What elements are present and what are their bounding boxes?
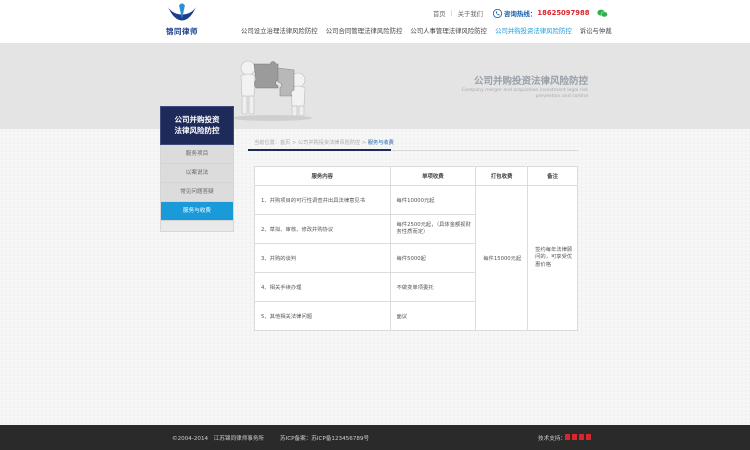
top-links: 首页 | 关于我们 咨询热线： 18625097988	[433, 8, 609, 18]
column-header: 单项收费	[389, 166, 477, 186]
sidebar-item-services[interactable]: 服务项目	[161, 145, 233, 164]
single-fee-cell: 不做变单项委托	[389, 272, 477, 302]
nav-item-setup[interactable]: 公司设立治理法律风险防控	[241, 26, 318, 35]
top-link-about[interactable]: 关于我们	[458, 9, 483, 18]
header: 锦同律师 首页 | 关于我们 咨询热线： 18625097988 公司设立治理法…	[0, 0, 750, 43]
single-fee-cell: 面议	[389, 301, 477, 331]
hotline-label: 咨询热线：	[503, 10, 537, 18]
breadcrumb-path[interactable]: 当前位置：首页 > 公司并购投资法律风险防控 >	[254, 140, 368, 146]
nav-item-litigation[interactable]: 诉讼与仲裁	[580, 26, 612, 35]
breadcrumb-current: 服务与收费	[367, 140, 394, 146]
table-row: 1、并购项目的可行性调查并出具法律意见书 每件10000元起 每件15000元起…	[254, 185, 578, 331]
column-header: 服务内容	[254, 166, 391, 186]
table-header-row: 服务内容 单项收费 打包收费 备注	[254, 166, 578, 186]
service-content-cell: 2、草拟、审核、修改并购协议	[254, 214, 391, 244]
service-content-cell: 3、并购的谈判	[254, 243, 391, 273]
breadcrumb: 当前位置：首页 > 公司并购投资法律风险防控 > 服务与收费	[248, 136, 578, 151]
nav-item-hr[interactable]: 公司人事管理法律风险防控	[410, 26, 487, 35]
sidebar-item-cases[interactable]: 以案说法	[161, 164, 233, 183]
nav-item-contract[interactable]: 公司合同管理法律风险防控	[326, 26, 403, 35]
banner-title: 公司并购投资法律风险防控	[473, 76, 588, 87]
fee-table: 服务内容 单项收费 打包收费 备注 1、并购项目的可行性调查并出具法律意见书 每…	[254, 166, 578, 331]
main-nav: 公司设立治理法律风险防控 公司合同管理法律风险防控 公司人事管理法律风险防控 公…	[241, 26, 620, 35]
sidebar-spacer	[161, 221, 233, 231]
sidebar: 公司并购投资 法律风险防控 服务项目 以案说法 常见问题答疑 服务与收费	[160, 106, 234, 232]
footer-support-label: 技术支持：	[538, 436, 566, 442]
sidebar-menu: 服务项目 以案说法 常见问题答疑 服务与收费	[160, 145, 234, 232]
service-content-cell: 1、并购项目的可行性调查并出具法律意见书	[254, 185, 391, 215]
phone-icon	[492, 8, 502, 18]
footer-icp[interactable]: 苏ICP备案：苏ICP备123456789号	[280, 434, 369, 442]
top-link-home[interactable]: 首页	[433, 9, 446, 18]
sidebar-header: 公司并购投资 法律风险防控	[160, 106, 234, 145]
support-logo-icon[interactable]	[565, 433, 591, 441]
note-cell: 签约每年法律顾问的，可享受优惠价格	[527, 185, 578, 331]
logo-text: 锦同律师	[166, 27, 198, 36]
puzzle-figures-illustration	[232, 60, 312, 121]
single-fee-cell: 每件10000元起	[389, 185, 477, 215]
hotline-number: 18625097988	[537, 9, 590, 17]
column-header: 打包收费	[475, 166, 529, 186]
wechat-icon[interactable]	[597, 9, 609, 18]
single-fee-cell: 每件5000起	[389, 243, 477, 273]
separator: |	[450, 9, 453, 17]
footer: ©2004-2014 江苏锦同律师事务所 苏ICP备案：苏ICP备1234567…	[0, 425, 750, 450]
banner-subtitle: Company merger and acquisition investmen…	[461, 88, 588, 99]
sidebar-title-line2: 法律风险防控	[174, 125, 220, 135]
service-content-cell: 5、其他相关法律问题	[254, 301, 391, 331]
service-content-cell: 4、相关手续办理	[254, 272, 391, 302]
main-content: 当前位置：首页 > 公司并购投资法律风险防控 > 服务与收费 服务内容 单项收费…	[248, 136, 578, 331]
banner: 公司并购投资法律风险防控 Company merger and acquisit…	[0, 43, 750, 129]
nav-item-merger[interactable]: 公司并购投资法律风险防控	[495, 26, 572, 35]
sidebar-title-line1: 公司并购投资	[174, 115, 220, 124]
logo-mark-icon	[168, 3, 196, 21]
single-fee-cell: 每件2500元起，（具体金额视财务性质而定）	[389, 214, 477, 244]
package-fee-cell: 每件15000元起	[475, 185, 529, 331]
column-header: 备注	[527, 166, 578, 186]
footer-copyright: ©2004-2014 江苏锦同律师事务所	[172, 436, 265, 442]
logo[interactable]: 锦同律师	[160, 3, 204, 39]
sidebar-item-faq[interactable]: 常见问题答疑	[161, 183, 233, 202]
sidebar-item-fees[interactable]: 服务与收费	[161, 202, 233, 221]
